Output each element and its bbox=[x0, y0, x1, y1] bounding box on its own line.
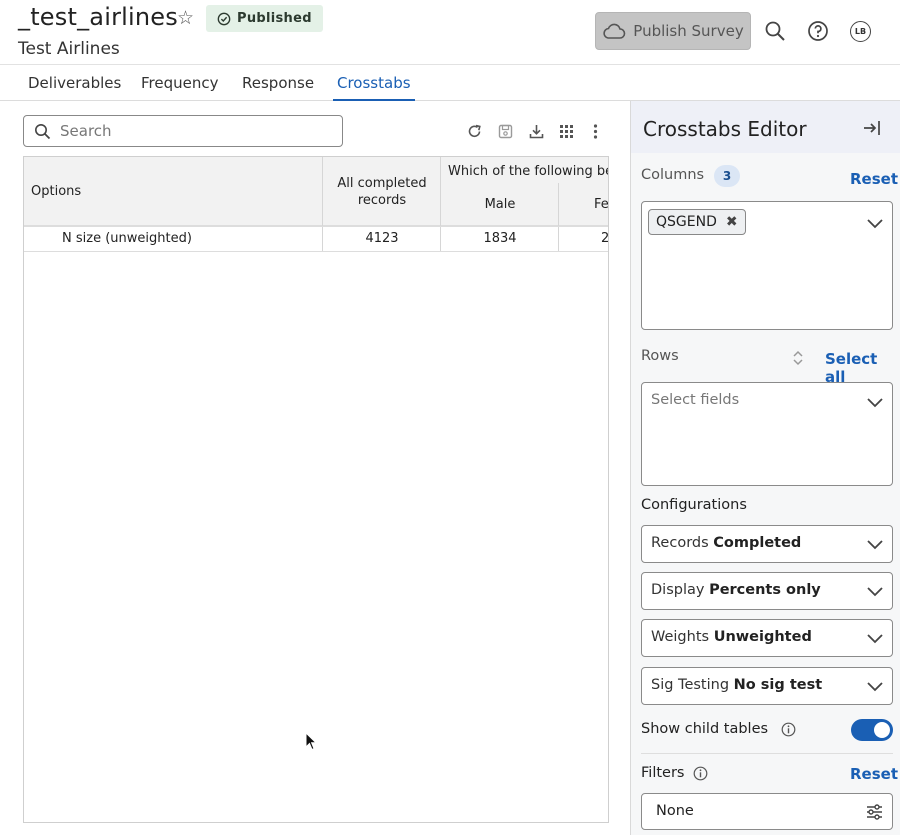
records-label: Records bbox=[651, 535, 709, 551]
header-female: Fe bbox=[594, 196, 609, 212]
avatar[interactable]: LB bbox=[850, 21, 871, 42]
check-circle-icon bbox=[217, 12, 231, 25]
info-icon[interactable] bbox=[781, 722, 796, 737]
show-child-tables-label: Show child tables bbox=[641, 721, 769, 737]
chevron-down-icon[interactable] bbox=[866, 397, 884, 409]
rows-select[interactable]: Select fields bbox=[641, 382, 893, 486]
display-value: Percents only bbox=[709, 582, 821, 598]
collapse-panel-icon[interactable] bbox=[862, 119, 882, 137]
search-icon bbox=[35, 123, 51, 139]
filters-select[interactable]: None bbox=[641, 793, 893, 830]
status-badge-label: Published bbox=[237, 11, 312, 26]
filters-value: None bbox=[656, 803, 694, 819]
tab-response[interactable]: Response bbox=[242, 65, 314, 101]
columns-count-badge: 3 bbox=[714, 165, 740, 187]
crosstab-table: Options All completed records Which of t… bbox=[23, 156, 609, 823]
chevron-down-icon[interactable] bbox=[866, 681, 884, 693]
chevron-down-icon[interactable] bbox=[866, 586, 884, 598]
display-select[interactable]: Display Percents only bbox=[641, 572, 893, 610]
page-title: _test_airlines bbox=[18, 3, 178, 31]
cell-male: 1834 bbox=[483, 231, 517, 246]
tab-crosstabs[interactable]: Crosstabs bbox=[333, 65, 415, 101]
records-select-text: Records Completed bbox=[651, 535, 801, 551]
crosstabs-main: Options All completed records Which of t… bbox=[0, 101, 630, 835]
refresh-icon[interactable] bbox=[466, 123, 483, 140]
weights-value: Unweighted bbox=[713, 629, 812, 645]
weights-label: Weights bbox=[651, 629, 710, 645]
star-icon[interactable]: ☆ bbox=[177, 8, 197, 28]
tab-frequency[interactable]: Frequency bbox=[141, 65, 219, 101]
configurations-label: Configurations bbox=[641, 497, 747, 513]
crosstabs-editor-panel: Crosstabs Editor Columns 3 Reset QSGEND … bbox=[630, 101, 900, 835]
column-chip-label: QSGEND bbox=[656, 214, 717, 230]
help-icon[interactable] bbox=[807, 20, 829, 42]
display-select-text: Display Percents only bbox=[651, 582, 821, 598]
app-header: _test_airlines ☆ Published Test Airlines… bbox=[0, 0, 900, 64]
rows-label: Rows bbox=[641, 348, 679, 364]
grid-icon[interactable] bbox=[558, 123, 575, 140]
search-input[interactable] bbox=[60, 122, 310, 140]
cell-female: 2 bbox=[601, 231, 609, 246]
chevron-down-icon[interactable] bbox=[866, 539, 884, 551]
columns-select[interactable]: QSGEND ✖ bbox=[641, 201, 893, 330]
tab-deliverables[interactable]: Deliverables bbox=[28, 65, 121, 101]
cloud-icon bbox=[603, 23, 626, 39]
save-icon[interactable] bbox=[497, 123, 514, 140]
display-label: Display bbox=[651, 582, 705, 598]
status-badge: Published bbox=[206, 5, 323, 32]
filters-label: Filters bbox=[641, 765, 685, 781]
more-vertical-icon[interactable] bbox=[587, 123, 604, 140]
row-label: N size (unweighted) bbox=[62, 231, 192, 246]
sig-testing-select[interactable]: Sig Testing No sig test bbox=[641, 667, 893, 705]
chevron-down-icon[interactable] bbox=[866, 633, 884, 645]
records-value: Completed bbox=[713, 535, 802, 551]
search-box[interactable] bbox=[23, 115, 343, 147]
info-icon[interactable] bbox=[693, 766, 708, 781]
column-chip: QSGEND ✖ bbox=[648, 209, 746, 235]
tab-bar: Deliverables Frequency Response Crosstab… bbox=[0, 64, 900, 101]
chevron-down-icon[interactable] bbox=[866, 218, 884, 230]
remove-chip-icon[interactable]: ✖ bbox=[726, 214, 738, 230]
show-child-tables-toggle[interactable] bbox=[851, 719, 893, 741]
sig-testing-select-text: Sig Testing No sig test bbox=[651, 677, 822, 693]
rows-placeholder: Select fields bbox=[651, 392, 740, 408]
weights-select[interactable]: Weights Unweighted bbox=[641, 619, 893, 657]
publish-survey-button[interactable]: Publish Survey bbox=[595, 12, 751, 50]
header-male: Male bbox=[484, 196, 516, 212]
divider bbox=[641, 753, 893, 754]
download-icon[interactable] bbox=[528, 123, 545, 140]
header-question-group: Which of the following bes bbox=[448, 163, 609, 179]
search-icon[interactable] bbox=[764, 20, 786, 42]
header-all-completed-records: All completed records bbox=[337, 175, 427, 208]
weights-select-text: Weights Unweighted bbox=[651, 629, 812, 645]
panel-header: Crosstabs Editor bbox=[631, 101, 900, 153]
publish-survey-label: Publish Survey bbox=[633, 22, 744, 40]
sliders-icon[interactable] bbox=[866, 804, 883, 820]
rows-select-all-link[interactable]: Select all bbox=[825, 350, 900, 386]
columns-reset-link[interactable]: Reset bbox=[850, 170, 898, 188]
header-options: Options bbox=[31, 184, 82, 199]
filters-reset-link[interactable]: Reset bbox=[850, 765, 898, 783]
panel-title: Crosstabs Editor bbox=[643, 117, 807, 141]
cell-all: 4123 bbox=[365, 231, 399, 246]
columns-label: Columns bbox=[641, 167, 705, 183]
sort-icon[interactable] bbox=[792, 349, 804, 367]
sig-testing-value: No sig test bbox=[733, 677, 823, 693]
project-subtitle: Test Airlines bbox=[18, 39, 120, 59]
mouse-cursor-icon bbox=[305, 732, 317, 751]
sig-testing-label: Sig Testing bbox=[651, 677, 730, 693]
toggle-knob bbox=[874, 722, 890, 738]
records-select[interactable]: Records Completed bbox=[641, 525, 893, 563]
